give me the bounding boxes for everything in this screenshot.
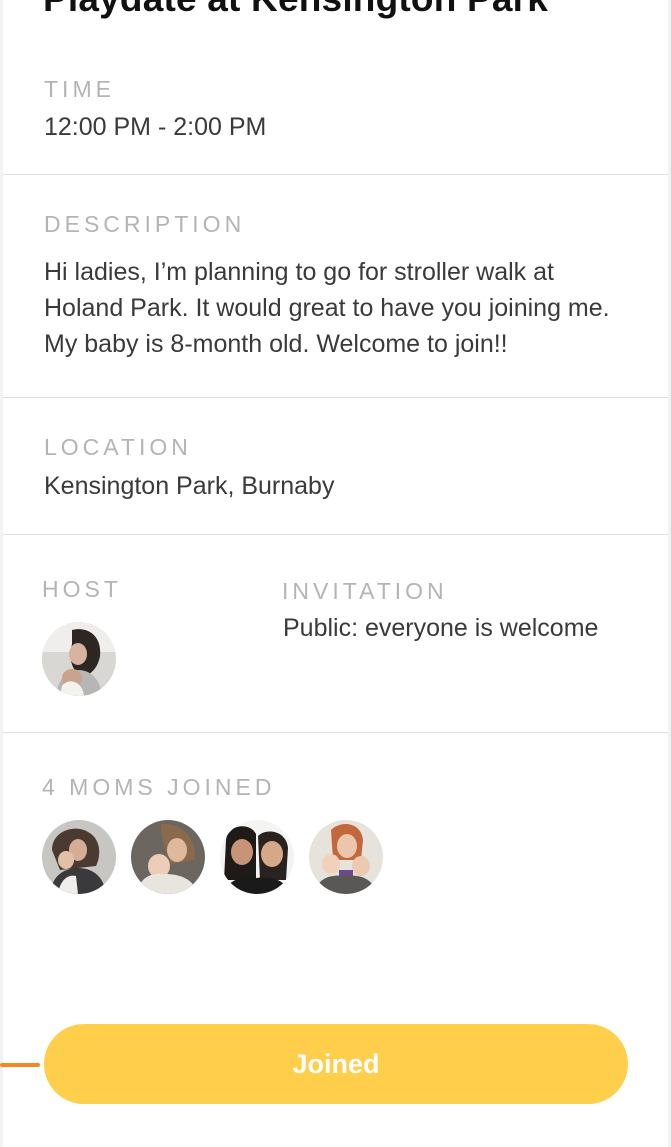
host-label: HOST	[42, 576, 122, 602]
member-avatar-icon	[309, 820, 383, 894]
invitation-value: Public: everyone is welcome	[283, 614, 599, 642]
host-avatar[interactable]	[42, 622, 116, 696]
member-avatar-icon	[131, 820, 205, 894]
description-label: DESCRIPTION	[44, 211, 246, 237]
time-value: 12:00 PM - 2:00 PM	[44, 113, 267, 141]
event-title: Playdate at Kensington Park	[43, 0, 548, 20]
location-value: Kensington Park, Burnaby	[44, 472, 335, 500]
member-avatar[interactable]	[220, 820, 294, 894]
member-avatar[interactable]	[131, 820, 205, 894]
event-detail-card: Playdate at Kensington Park TIME 12:00 P…	[3, 0, 668, 1147]
left-edge-indicator	[0, 1063, 40, 1067]
description-text: Hi ladies, I’m planning to go for stroll…	[44, 258, 610, 358]
divider	[3, 174, 668, 175]
member-avatar-icon	[220, 820, 294, 894]
host-avatar-icon	[42, 622, 116, 696]
member-avatar[interactable]	[42, 820, 116, 894]
invitation-label: INVITATION	[282, 578, 448, 604]
divider	[3, 397, 668, 398]
divider	[3, 732, 668, 733]
time-label: TIME	[44, 76, 115, 102]
divider	[3, 534, 668, 535]
members-label: 4 MOMS JOINED	[42, 774, 276, 800]
location-label: LOCATION	[44, 434, 192, 460]
member-avatar-icon	[42, 820, 116, 894]
joined-button[interactable]: Joined	[44, 1024, 628, 1104]
member-avatar[interactable]	[309, 820, 383, 894]
